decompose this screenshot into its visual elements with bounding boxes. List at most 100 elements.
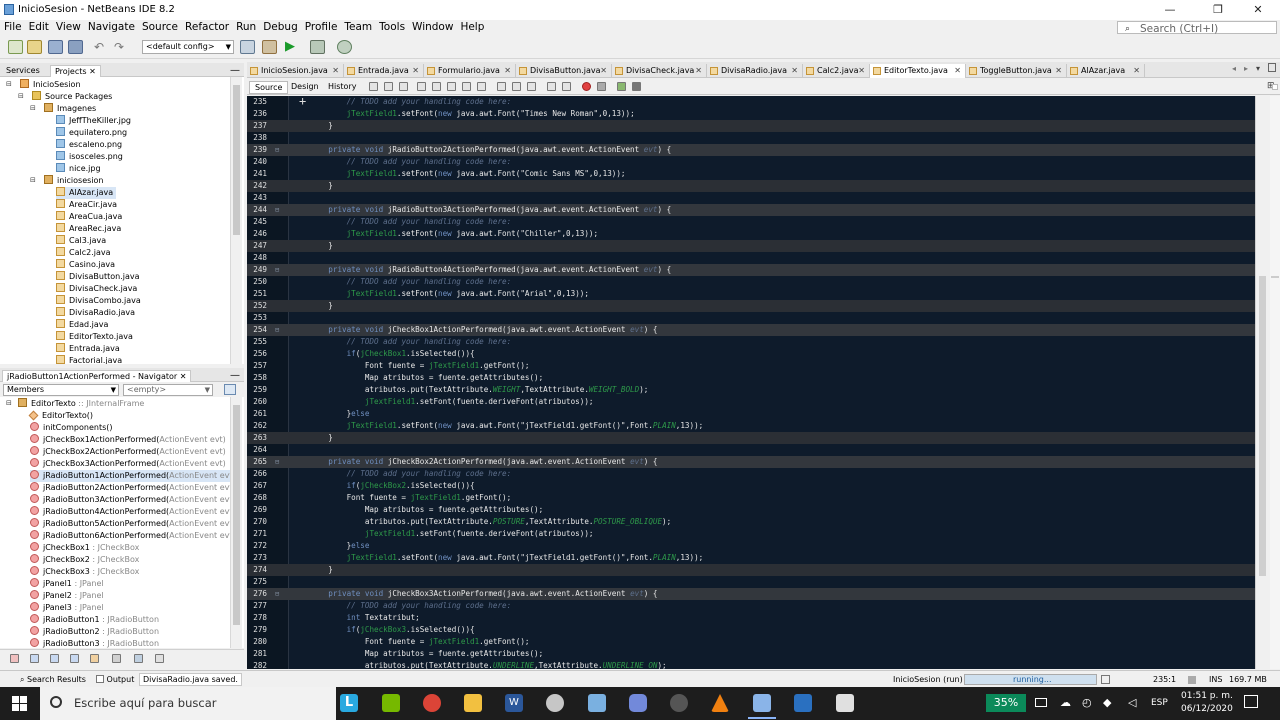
navigator-item[interactable]: jRadioButton6ActionPerformed(ActionEvent… <box>30 530 239 542</box>
battery-icon[interactable] <box>1035 698 1047 707</box>
close-icon[interactable]: ✕ <box>504 64 511 77</box>
editor-scroll-thumb[interactable] <box>1259 276 1266 576</box>
discord-icon[interactable] <box>629 694 647 712</box>
editor-tab[interactable]: DivisaButton.java ✕ <box>516 64 612 78</box>
editor-tab[interactable]: InicioSesion.java ✕ <box>247 64 344 78</box>
back-icon[interactable] <box>384 82 393 91</box>
sort-name-icon[interactable] <box>90 654 99 663</box>
toggle-highlight-icon[interactable] <box>477 82 486 91</box>
group-icon[interactable] <box>134 654 143 663</box>
search-results-tab[interactable]: ⌕ Search Results <box>20 674 86 685</box>
project-tree-item[interactable]: DivisaButton.java <box>56 271 143 283</box>
volume-icon[interactable]: ◁ <box>1128 696 1136 709</box>
close-icon[interactable]: ✕ <box>1055 64 1062 77</box>
build-icon[interactable] <box>240 40 255 54</box>
expand-toggle-icon[interactable]: ⊟ <box>18 92 24 100</box>
navigator-item[interactable]: jRadioButton3ActionPerformed(ActionEvent… <box>30 494 239 506</box>
cancel-task-icon[interactable] <box>1101 675 1110 684</box>
tab-scroll-left-icon[interactable]: ◂ <box>1232 64 1236 73</box>
settings-icon[interactable] <box>546 694 564 712</box>
comment-icon[interactable] <box>617 82 626 91</box>
project-tree-item[interactable]: equilatero.png <box>56 127 130 139</box>
fold-toggle-icon[interactable]: ⊟ <box>275 204 279 216</box>
netbeans-taskbar-icon[interactable] <box>753 694 771 712</box>
projects-scroll-thumb[interactable] <box>233 85 240 235</box>
toggle-bookmark-icon[interactable] <box>527 82 536 91</box>
find-next-icon[interactable] <box>447 82 456 91</box>
debug-icon[interactable] <box>310 40 325 54</box>
source-view-button[interactable]: Source <box>249 81 289 94</box>
javadoc-icon[interactable] <box>155 654 164 663</box>
clock-time[interactable]: 01:51 p. m. <box>1181 691 1233 701</box>
project-tree-item[interactable]: AreaCir.java <box>56 199 120 211</box>
menu-help[interactable]: Help <box>457 20 487 33</box>
projects-scrollbar[interactable] <box>230 77 242 364</box>
save-all-icon[interactable] <box>68 40 83 54</box>
nvidia-icon[interactable] <box>382 694 400 712</box>
navigator-item[interactable]: jCheckBox3 : JCheckBox <box>30 566 142 578</box>
quick-search-input[interactable]: ⌕ Search (Ctrl+I) <box>1117 21 1277 35</box>
close-icon[interactable]: ✕ <box>695 64 702 77</box>
tab-scroll-right-icon[interactable]: ▸ <box>1244 64 1248 73</box>
editor-scrollbar[interactable] <box>1255 96 1269 669</box>
navigator-item[interactable]: jCheckBox2 : JCheckBox <box>30 554 142 566</box>
project-tree-item[interactable]: AlAzar.java <box>56 187 117 199</box>
close-icon[interactable]: ✕ <box>858 64 865 77</box>
fold-toggle-icon[interactable]: ⊟ <box>275 456 279 468</box>
last-edit-icon[interactable] <box>369 82 378 91</box>
run-task-label[interactable]: InicioSesion (run) <box>893 674 963 685</box>
project-tree-item[interactable]: iniciosesion <box>44 175 106 187</box>
new-file-icon[interactable] <box>8 40 23 54</box>
language-indicator[interactable]: ESP <box>1151 698 1168 708</box>
battery-indicator[interactable]: 35% <box>986 694 1026 712</box>
project-tree-item[interactable]: DivisaRadio.java <box>56 307 138 319</box>
sort-source-icon[interactable] <box>112 654 121 663</box>
close-button[interactable]: ✕ <box>1246 2 1270 18</box>
shift-left-icon[interactable] <box>547 82 556 91</box>
close-icon[interactable]: ✕ <box>89 67 96 76</box>
project-tree-item[interactable]: Factorial.java <box>56 355 125 364</box>
editor-tab[interactable]: Calc2.java ✕ <box>803 64 870 78</box>
file-explorer-icon[interactable] <box>464 694 482 712</box>
project-tree-item[interactable]: JeffTheKiller.jpg <box>56 115 134 127</box>
fold-toggle-icon[interactable]: ⊟ <box>275 264 279 276</box>
filter-fields-icon[interactable] <box>10 654 19 663</box>
navigator-item[interactable]: jPanel2 : JPanel <box>30 590 107 602</box>
windows-start-icon[interactable] <box>12 696 28 712</box>
previous-bookmark-icon[interactable] <box>497 82 506 91</box>
fold-toggle-icon[interactable]: ⊟ <box>275 588 279 600</box>
menu-team[interactable]: Team <box>341 20 375 33</box>
word-icon[interactable]: W <box>505 694 523 712</box>
navigator-item[interactable]: jCheckBox1 : JCheckBox <box>30 542 142 554</box>
close-icon[interactable]: ✕ <box>791 64 798 77</box>
menu-window[interactable]: Window <box>409 20 456 33</box>
navigator-scroll-thumb[interactable] <box>233 405 240 625</box>
new-project-icon[interactable] <box>27 40 42 54</box>
app-icon[interactable] <box>670 694 688 712</box>
project-tree-item[interactable]: isosceles.png <box>56 151 126 163</box>
expand-toggle-icon[interactable]: ⊟ <box>6 399 12 407</box>
configuration-select[interactable]: <default config> ▼ <box>142 40 234 54</box>
undo-icon[interactable]: ↶ <box>94 40 109 54</box>
menu-refactor[interactable]: Refactor <box>182 20 232 33</box>
editor-tab[interactable]: ToggleButton.java ✕ <box>966 64 1067 78</box>
stop-macro-icon[interactable] <box>597 82 606 91</box>
filter-nonpublic-icon[interactable] <box>50 654 59 663</box>
maximize-button[interactable]: ❐ <box>1206 2 1230 18</box>
navigator-item[interactable]: initComponents() <box>30 422 116 434</box>
project-tree-item[interactable]: Edad.java <box>56 319 111 331</box>
navigator-item[interactable]: jRadioButton2ActionPerformed(ActionEvent… <box>30 482 239 494</box>
expand-toggle-icon[interactable]: ⊟ <box>30 176 36 184</box>
project-tree-item[interactable]: Casino.java <box>56 259 118 271</box>
project-tree-item[interactable]: nice.jpg <box>56 163 104 175</box>
members-select[interactable]: Members ▼ <box>3 384 119 396</box>
expand-toggle-icon[interactable]: ⊟ <box>6 80 12 88</box>
output-tab[interactable]: Output <box>96 674 134 685</box>
menu-run[interactable]: Run <box>233 20 259 33</box>
navigator-item[interactable]: jCheckBox1ActionPerformed(ActionEvent ev… <box>30 434 229 446</box>
navigator-item[interactable]: jRadioButton4ActionPerformed(ActionEvent… <box>30 506 239 518</box>
navigator-item[interactable]: EditorTexto() <box>28 410 96 422</box>
close-icon[interactable]: ✕ <box>180 372 187 381</box>
project-tree-item[interactable]: AreaRec.java <box>56 223 124 235</box>
memory-usage[interactable]: 169.7 MB <box>1229 674 1267 685</box>
